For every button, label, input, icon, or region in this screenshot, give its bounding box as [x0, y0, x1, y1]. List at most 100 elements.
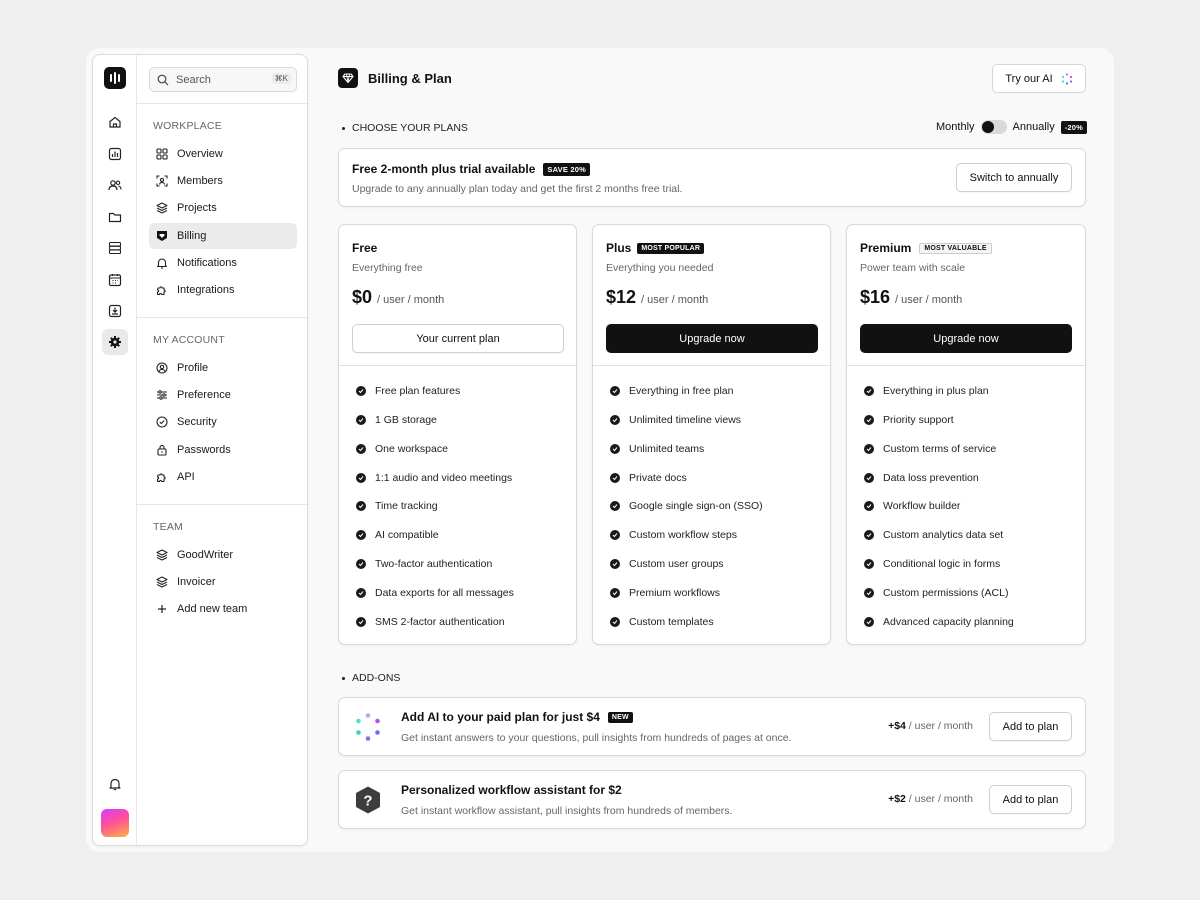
sidebar-item-label: GoodWriter — [177, 549, 234, 561]
sidebar-item-label: Members — [177, 175, 223, 187]
feature-item: Advanced capacity planning — [864, 616, 1014, 628]
divider — [847, 365, 1085, 366]
feature-item: AI compatible — [356, 529, 439, 541]
annually-label[interactable]: Annually — [1013, 121, 1055, 133]
try-ai-label: Try our AI — [1005, 72, 1053, 85]
sidebar-item-billing[interactable]: Billing — [149, 223, 297, 249]
divider — [137, 317, 309, 318]
section-title-my-account: MY ACCOUNT — [153, 334, 225, 346]
feature-item: Two-factor authentication — [356, 558, 492, 570]
app-logo[interactable] — [104, 67, 126, 89]
feature-item: SMS 2-factor authentication — [356, 616, 505, 628]
add-workflow-to-plan-button[interactable]: Add to plan — [989, 785, 1072, 814]
sidebar-item-projects[interactable]: Projects — [149, 195, 297, 221]
ai-dots-icon — [353, 712, 383, 742]
current-plan-button[interactable]: Your current plan — [352, 324, 564, 353]
sidebar-item-security[interactable]: Security — [149, 409, 297, 435]
home-icon[interactable] — [102, 109, 128, 135]
save-badge: SAVE 20% — [543, 162, 590, 176]
feature-item: Custom user groups — [610, 558, 724, 570]
sidebar-item-overview[interactable]: Overview — [149, 141, 297, 167]
switch-to-annually-button[interactable]: Switch to annually — [956, 163, 1072, 192]
feature-item: Data loss prevention — [864, 472, 979, 484]
sidebar-item-integrations[interactable]: Integrations — [149, 277, 297, 303]
sidebar-item-invoicer[interactable]: Invoicer — [149, 569, 297, 595]
sidebar-item-label: Invoicer — [177, 576, 216, 588]
upgrade-plus-button[interactable]: Upgrade now — [606, 324, 818, 353]
feature-item: Time tracking — [356, 500, 438, 512]
addon-price: +$2 / user / month — [888, 793, 973, 805]
sidebar-item-label: Integrations — [177, 284, 235, 296]
sidebar-item-api[interactable]: API — [149, 464, 297, 490]
try-ai-button[interactable]: Try our AI — [992, 64, 1086, 93]
calendar-icon[interactable] — [102, 267, 128, 293]
bell-icon[interactable] — [102, 771, 128, 797]
trial-subtitle: Upgrade to any annually plan today and g… — [352, 183, 683, 195]
users-icon[interactable] — [102, 172, 128, 198]
lock-icon — [155, 444, 168, 457]
plans-section-title: CHOOSE YOUR PLANS — [342, 122, 468, 134]
addon-subtitle: Get instant answers to your questions, p… — [401, 732, 792, 744]
monthly-label[interactable]: Monthly — [936, 121, 975, 133]
check-circle-icon — [155, 416, 168, 429]
sidebar-item-label: Notifications — [177, 257, 237, 269]
sidebar-item-preference[interactable]: Preference — [149, 382, 297, 408]
sidebar-item-label: API — [177, 471, 195, 483]
add-ai-to-plan-button[interactable]: Add to plan — [989, 712, 1072, 741]
search-icon — [157, 74, 169, 86]
sidebar-item-label: Security — [177, 416, 217, 428]
trial-title: Free 2-month plus trial available SAVE 2… — [352, 162, 590, 176]
plan-desc: Everything free — [352, 262, 423, 274]
sidebar-item-label: Passwords — [177, 444, 231, 456]
feature-item: Custom templates — [610, 616, 714, 628]
feature-item: Workflow builder — [864, 500, 960, 512]
billing-switch[interactable] — [980, 120, 1007, 134]
search-input[interactable]: Search ⌘K — [149, 67, 297, 92]
plan-card-free: Free Everything free $0/ user / month Yo… — [338, 224, 577, 645]
page-title: Billing & Plan — [338, 68, 452, 88]
plan-card-premium: Premium MOST VALUABLE Power team with sca… — [846, 224, 1086, 645]
sidebar-item-profile[interactable]: Profile — [149, 355, 297, 381]
sidebar-item-goodwriter[interactable]: GoodWriter — [149, 542, 297, 568]
sidebar-item-notifications[interactable]: Notifications — [149, 250, 297, 276]
settings-gear-icon[interactable] — [102, 329, 128, 355]
most-popular-badge: MOST POPULAR — [637, 242, 705, 254]
upgrade-premium-button[interactable]: Upgrade now — [860, 324, 1072, 353]
new-badge: NEW — [607, 711, 633, 723]
feature-item: Unlimited timeline views — [610, 414, 741, 426]
layers-icon — [155, 576, 168, 589]
add-new-team-button[interactable]: Add new team — [149, 596, 297, 622]
feature-item: Conditional logic in forms — [864, 558, 1000, 570]
layers-icon — [155, 549, 168, 562]
search-shortcut: ⌘K — [271, 73, 291, 84]
search-placeholder: Search — [176, 73, 211, 86]
sidebar-nav: Search ⌘K WORKPLACE Overview Members Pro… — [137, 55, 309, 845]
sidebar-item-passwords[interactable]: Passwords — [149, 437, 297, 463]
sidebar: Search ⌘K WORKPLACE Overview Members Pro… — [92, 54, 309, 846]
page-title-text: Billing & Plan — [368, 70, 452, 86]
addon-price: +$4 / user / month — [888, 720, 973, 732]
section-title-workplace: WORKPLACE — [153, 120, 222, 132]
svg-text:?: ? — [363, 793, 372, 810]
database-icon[interactable] — [102, 235, 128, 261]
feature-item: Priority support — [864, 414, 954, 426]
sidebar-item-label: Billing — [177, 230, 207, 242]
plan-price: $16/ user / month — [860, 287, 963, 307]
chart-icon[interactable] — [102, 141, 128, 167]
feature-item: Google single sign-on (SSO) — [610, 500, 763, 512]
sliders-icon — [155, 389, 168, 402]
plan-name: Free — [352, 241, 378, 255]
puzzle-icon — [155, 284, 168, 297]
plan-desc: Power team with scale — [860, 262, 966, 274]
download-icon[interactable] — [102, 298, 128, 324]
user-avatar[interactable] — [101, 809, 129, 837]
folder-icon[interactable] — [102, 204, 128, 230]
addon-subtitle: Get instant workflow assistant, pull ins… — [401, 805, 733, 817]
feature-item: Data exports for all messages — [356, 587, 514, 599]
feature-item: Custom analytics data set — [864, 529, 1003, 541]
plan-desc: Everything you needed — [606, 262, 714, 274]
sidebar-item-members[interactable]: Members — [149, 168, 297, 194]
feature-item: Free plan features — [356, 385, 460, 397]
user-circle-icon — [155, 362, 168, 375]
most-valuable-badge: MOST VALUABLE — [919, 242, 992, 254]
